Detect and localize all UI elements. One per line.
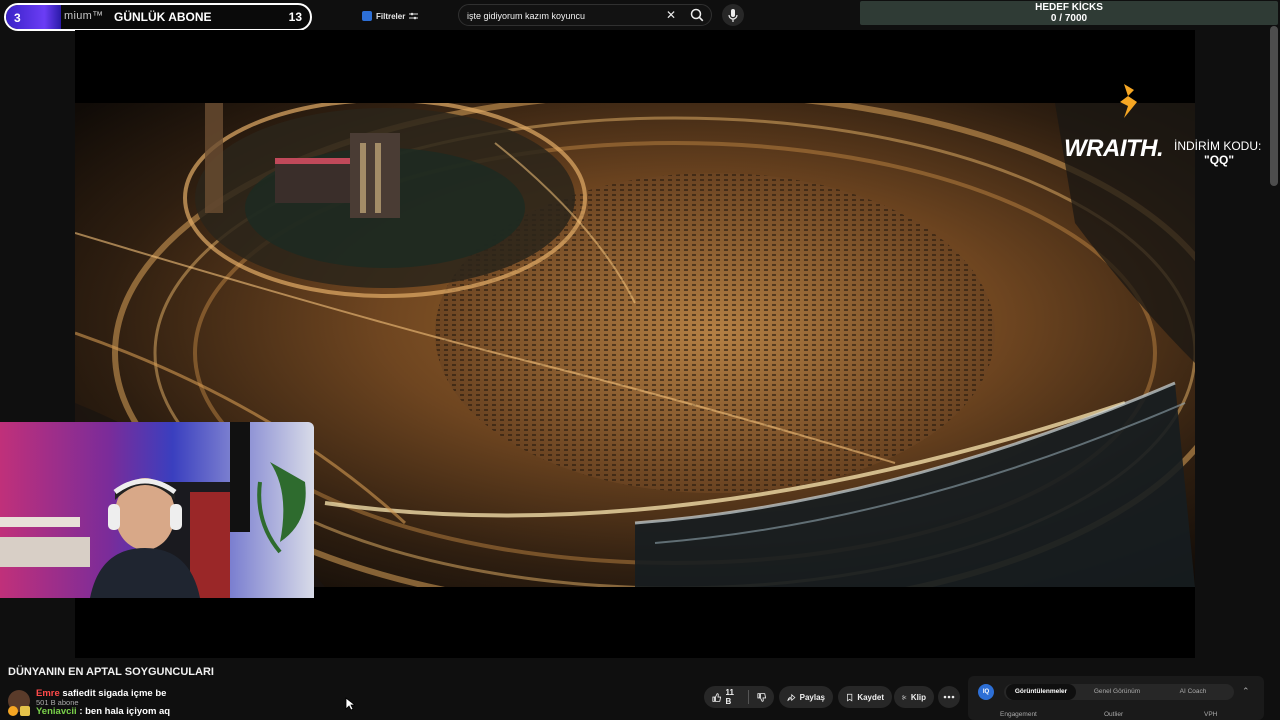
goal-end-value: 13 — [288, 10, 302, 24]
share-label: Paylaş — [799, 692, 825, 702]
sliders-icon — [409, 12, 419, 20]
webcam-image — [0, 422, 314, 598]
goal-brand-text: mium™ — [64, 10, 104, 22]
chat-badge-icon — [8, 706, 30, 716]
tab-views[interactable]: Görüntülenmeler — [1006, 684, 1076, 700]
filters-button[interactable]: Filtreler — [356, 7, 424, 25]
like-dislike-group: 11 B — [704, 686, 774, 708]
chat-message: Emre safiedit sigada içme be — [36, 688, 166, 699]
save-button[interactable]: Kaydet — [838, 686, 892, 708]
share-button[interactable]: Paylaş — [779, 686, 833, 708]
scissors-icon — [902, 694, 907, 700]
search-input[interactable] — [467, 8, 657, 23]
extension-icon — [362, 11, 372, 21]
like-count[interactable]: 11 B — [725, 688, 739, 706]
chat-username: Yeniavcii — [36, 706, 77, 717]
column-engagement: Engagement — [1000, 711, 1037, 718]
filters-label: Filtreler — [376, 11, 406, 21]
sponsor-code: "QQ" — [1204, 153, 1235, 167]
microphone-icon — [728, 9, 738, 22]
video-title: DÜNYANIN EN APTAL SOYGUNCULARI — [8, 666, 214, 678]
voice-search-button[interactable] — [722, 4, 744, 26]
chat-message: Yeniavcii : ben hala içiyom aq — [36, 706, 170, 717]
extension-logo-icon[interactable]: IQ — [978, 684, 994, 700]
thumbs-down-icon[interactable] — [756, 692, 766, 703]
like-divider — [747, 690, 749, 704]
bookmark-icon — [847, 693, 853, 701]
tab-ai-coach[interactable]: AI Coach — [1160, 684, 1226, 700]
chat-username: Emre — [36, 688, 60, 699]
column-outlier: Outlier — [1104, 711, 1124, 718]
search-icon — [690, 8, 704, 22]
chat-text: : ben hala içiyom aq — [79, 706, 171, 717]
goal-start-value: 3 — [14, 11, 21, 25]
stream-page: 3 mium™ GÜNLÜK ABONE 13 Filtreler ✕ HEDE… — [0, 0, 1280, 720]
sponsor-code-label: İNDİRİM KODU: — [1174, 139, 1262, 153]
more-horizontal-icon — [943, 695, 955, 699]
clip-label: Klip — [910, 692, 926, 702]
page-scrollbar[interactable] — [1270, 26, 1278, 186]
sponsor-logo-icon — [1118, 84, 1140, 123]
sponsor-brand: WRAITH. — [1064, 135, 1164, 162]
kicks-goal-value: 0 / 7000 — [1050, 13, 1088, 24]
share-icon — [787, 693, 796, 701]
more-actions-button[interactable] — [938, 686, 960, 708]
tab-overview[interactable]: Genel Görünüm — [1082, 684, 1152, 700]
clip-button[interactable]: Klip — [894, 686, 934, 708]
search-button[interactable] — [686, 5, 708, 25]
thumbs-up-icon[interactable] — [712, 692, 722, 703]
column-vph: VPH — [1204, 711, 1218, 718]
collapse-chevron-icon[interactable]: ⌃ — [1242, 686, 1250, 697]
clear-search-button[interactable]: ✕ — [664, 6, 678, 24]
save-label: Kaydet — [857, 692, 884, 702]
streamer-webcam — [0, 422, 314, 598]
chat-text: safiedit sigada içme be — [62, 688, 167, 699]
daily-subscriber-goal: 3 mium™ GÜNLÜK ABONE 13 — [4, 3, 312, 31]
goal-label: GÜNLÜK ABONE — [114, 10, 212, 24]
kicks-goal-banner: HEDEF KİCKS 0 / 7000 — [860, 1, 1278, 25]
kicks-goal-title: HEDEF KİCKS — [1035, 2, 1103, 13]
mouse-cursor-icon — [345, 697, 355, 711]
